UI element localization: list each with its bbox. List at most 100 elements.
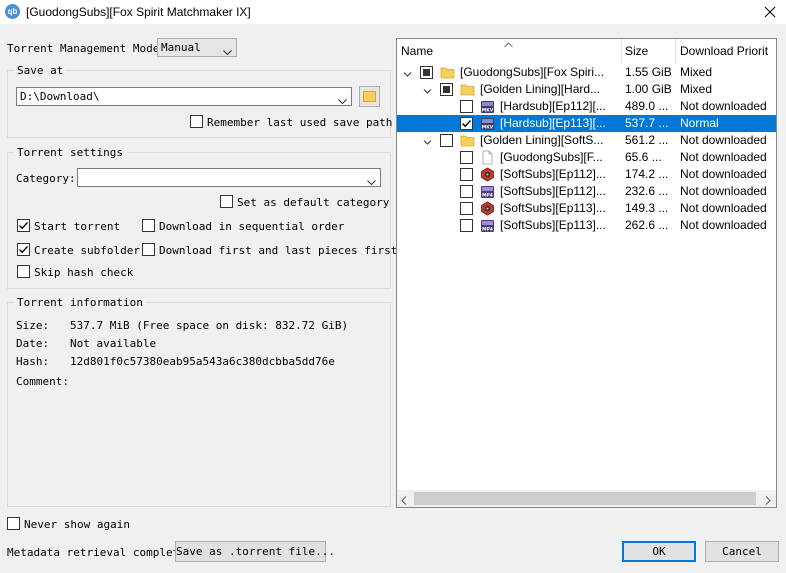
tree-row[interactable]: [GuodongSubs][F... 65.6 ... Not downloaded bbox=[397, 149, 776, 166]
svg-text:MKV: MKV bbox=[482, 125, 494, 131]
category-label: Category: bbox=[16, 172, 76, 185]
start-torrent-checkbox[interactable] bbox=[17, 219, 30, 232]
column-header-size[interactable]: Size bbox=[625, 44, 648, 58]
file-checkbox[interactable] bbox=[460, 100, 473, 113]
window-title: [GuodongSubs][Fox Spirit Matchmaker IX] bbox=[26, 5, 251, 19]
column-divider[interactable] bbox=[621, 39, 622, 63]
file-checkbox[interactable] bbox=[420, 66, 433, 79]
chevron-down-icon bbox=[223, 44, 232, 56]
file-checkbox[interactable] bbox=[460, 117, 473, 130]
browse-folder-button[interactable] bbox=[359, 86, 380, 107]
tree-row[interactable]: MP4 [SoftSubs][Ep113]... 262.6 ... Not down… bbox=[397, 217, 776, 234]
checkmark-icon bbox=[462, 120, 472, 128]
file-name: [SoftSubs][Ep113]... bbox=[500, 201, 606, 215]
tree-row[interactable]: MKV [Hardsub][Ep112][... 489.0 ... Not down… bbox=[397, 98, 776, 115]
close-icon[interactable] bbox=[760, 2, 780, 22]
file-name: [GuodongSubs][Fox Spiri... bbox=[460, 65, 605, 79]
skip-hash-checkbox[interactable] bbox=[17, 265, 30, 278]
file-checkbox[interactable] bbox=[460, 168, 473, 181]
size-label: Size: bbox=[16, 319, 50, 332]
save-at-title: Save at bbox=[14, 64, 67, 77]
mp4-file-icon: MP4 bbox=[480, 218, 495, 233]
tree-row[interactable]: [Golden Lining][SoftS... 561.2 ... Not dow… bbox=[397, 132, 776, 149]
sequential-order-checkbox[interactable] bbox=[142, 219, 155, 232]
column-divider[interactable] bbox=[675, 39, 676, 63]
sort-up-icon bbox=[504, 39, 513, 51]
tree-row[interactable]: [GuodongSubs][Fox Spiri... 1.55 GiB Mixed bbox=[397, 64, 776, 81]
horizontal-scrollbar[interactable] bbox=[397, 490, 776, 507]
default-category-checkbox[interactable] bbox=[220, 195, 233, 208]
file-checkbox[interactable] bbox=[440, 134, 453, 147]
file-priority: Not downloaded bbox=[680, 133, 767, 147]
management-mode-select[interactable]: Manual bbox=[157, 38, 237, 57]
mkv-file-icon: MKV bbox=[480, 116, 495, 131]
checkmark-icon bbox=[19, 246, 29, 254]
management-mode-label: Torrent Management Mode: bbox=[7, 42, 166, 55]
file-checkbox[interactable] bbox=[460, 185, 473, 198]
sequential-order-label: Download in sequential order bbox=[159, 220, 345, 233]
file-size: 174.2 ... bbox=[625, 167, 669, 181]
file-name: [GuodongSubs][F... bbox=[500, 150, 603, 164]
hash-value: 12d801f0c57380eab95a543a6c380dcbba5dd76e bbox=[70, 355, 335, 368]
svg-text:MKV: MKV bbox=[482, 108, 494, 114]
scroll-left-icon[interactable] bbox=[401, 494, 407, 507]
create-subfolder-label: Create subfolder bbox=[34, 244, 140, 257]
chevron-down-icon[interactable] bbox=[423, 85, 432, 94]
file-size: 232.6 ... bbox=[625, 184, 669, 198]
file-priority: Not downloaded bbox=[680, 150, 767, 164]
tree-row[interactable]: [SoftSubs][Ep112]... 174.2 ... Not downloa… bbox=[397, 166, 776, 183]
status-text: Metadata retrieval complete bbox=[7, 546, 186, 559]
chevron-down-icon[interactable] bbox=[403, 68, 412, 77]
scrollbar-thumb[interactable] bbox=[414, 492, 756, 505]
torrent-info-group bbox=[7, 302, 391, 507]
management-mode-value: Manual bbox=[161, 41, 201, 54]
category-select[interactable] bbox=[77, 168, 381, 187]
ok-button[interactable]: OK bbox=[622, 541, 696, 562]
tree-row[interactable]: MKV [Hardsub][Ep113][... 537.7 ... Normal bbox=[397, 115, 776, 132]
scroll-right-icon[interactable] bbox=[765, 494, 771, 507]
tree-row[interactable]: [SoftSubs][Ep113]... 149.3 ... Not downloa… bbox=[397, 200, 776, 217]
chevron-down-icon bbox=[367, 174, 376, 186]
qbittorrent-app-icon: qb bbox=[5, 4, 20, 19]
tree-row[interactable]: MP4 [SoftSubs][Ep112]... 232.6 ... Not down… bbox=[397, 183, 776, 200]
first-last-pieces-checkbox[interactable] bbox=[142, 243, 155, 256]
file-size: 561.2 ... bbox=[625, 133, 669, 147]
chevron-down-icon[interactable] bbox=[423, 136, 432, 145]
file-name: [SoftSubs][Ep113]... bbox=[500, 218, 606, 232]
hash-label: Hash: bbox=[16, 355, 50, 368]
file-name: [Golden Lining][SoftS... bbox=[480, 133, 604, 147]
file-size: 149.3 ... bbox=[625, 201, 669, 215]
size-value: 537.7 MiB (Free space on disk: 832.72 Gi… bbox=[70, 319, 349, 332]
comment-label: Comment: bbox=[16, 375, 69, 388]
file-tree[interactable]: Name Size Download Priorit [GuodongSubs]… bbox=[396, 38, 777, 508]
file-priority: Not downloaded bbox=[680, 218, 767, 232]
save-torrent-file-button[interactable]: Save as .torrent file... bbox=[175, 541, 335, 562]
file-priority: Not downloaded bbox=[680, 99, 767, 113]
chevron-down-icon[interactable] bbox=[338, 93, 347, 105]
file-checkbox[interactable] bbox=[440, 83, 453, 96]
column-header-priority[interactable]: Download Priorit bbox=[680, 44, 768, 58]
folder-icon bbox=[440, 65, 455, 80]
save-path-field[interactable]: D:\Download\ bbox=[16, 87, 352, 106]
remember-path-checkbox[interactable] bbox=[190, 115, 203, 128]
file-priority: Mixed bbox=[680, 65, 713, 79]
tree-row[interactable]: [Golden Lining][Hard... 1.00 GiB Mixed bbox=[397, 81, 776, 98]
file-checkbox[interactable] bbox=[460, 202, 473, 215]
first-last-pieces-label: Download first and last pieces first bbox=[159, 244, 398, 257]
checkmark-icon bbox=[19, 222, 29, 230]
file-priority: Not downloaded bbox=[680, 167, 767, 181]
svg-text:MP4: MP4 bbox=[482, 193, 493, 199]
column-header-name[interactable]: Name bbox=[401, 44, 433, 58]
file-icon bbox=[480, 150, 495, 165]
cancel-button[interactable]: Cancel bbox=[705, 541, 779, 562]
file-checkbox[interactable] bbox=[460, 219, 473, 232]
file-name: [SoftSubs][Ep112]... bbox=[500, 184, 606, 198]
file-size: 262.6 ... bbox=[625, 218, 669, 232]
media-file-icon bbox=[480, 201, 495, 216]
file-checkbox[interactable] bbox=[460, 151, 473, 164]
create-subfolder-checkbox[interactable] bbox=[17, 243, 30, 256]
never-show-again-checkbox[interactable] bbox=[7, 517, 20, 530]
start-torrent-label: Start torrent bbox=[34, 220, 121, 233]
file-name: [Hardsub][Ep112][... bbox=[500, 99, 606, 113]
svg-text:MP4: MP4 bbox=[482, 227, 493, 233]
